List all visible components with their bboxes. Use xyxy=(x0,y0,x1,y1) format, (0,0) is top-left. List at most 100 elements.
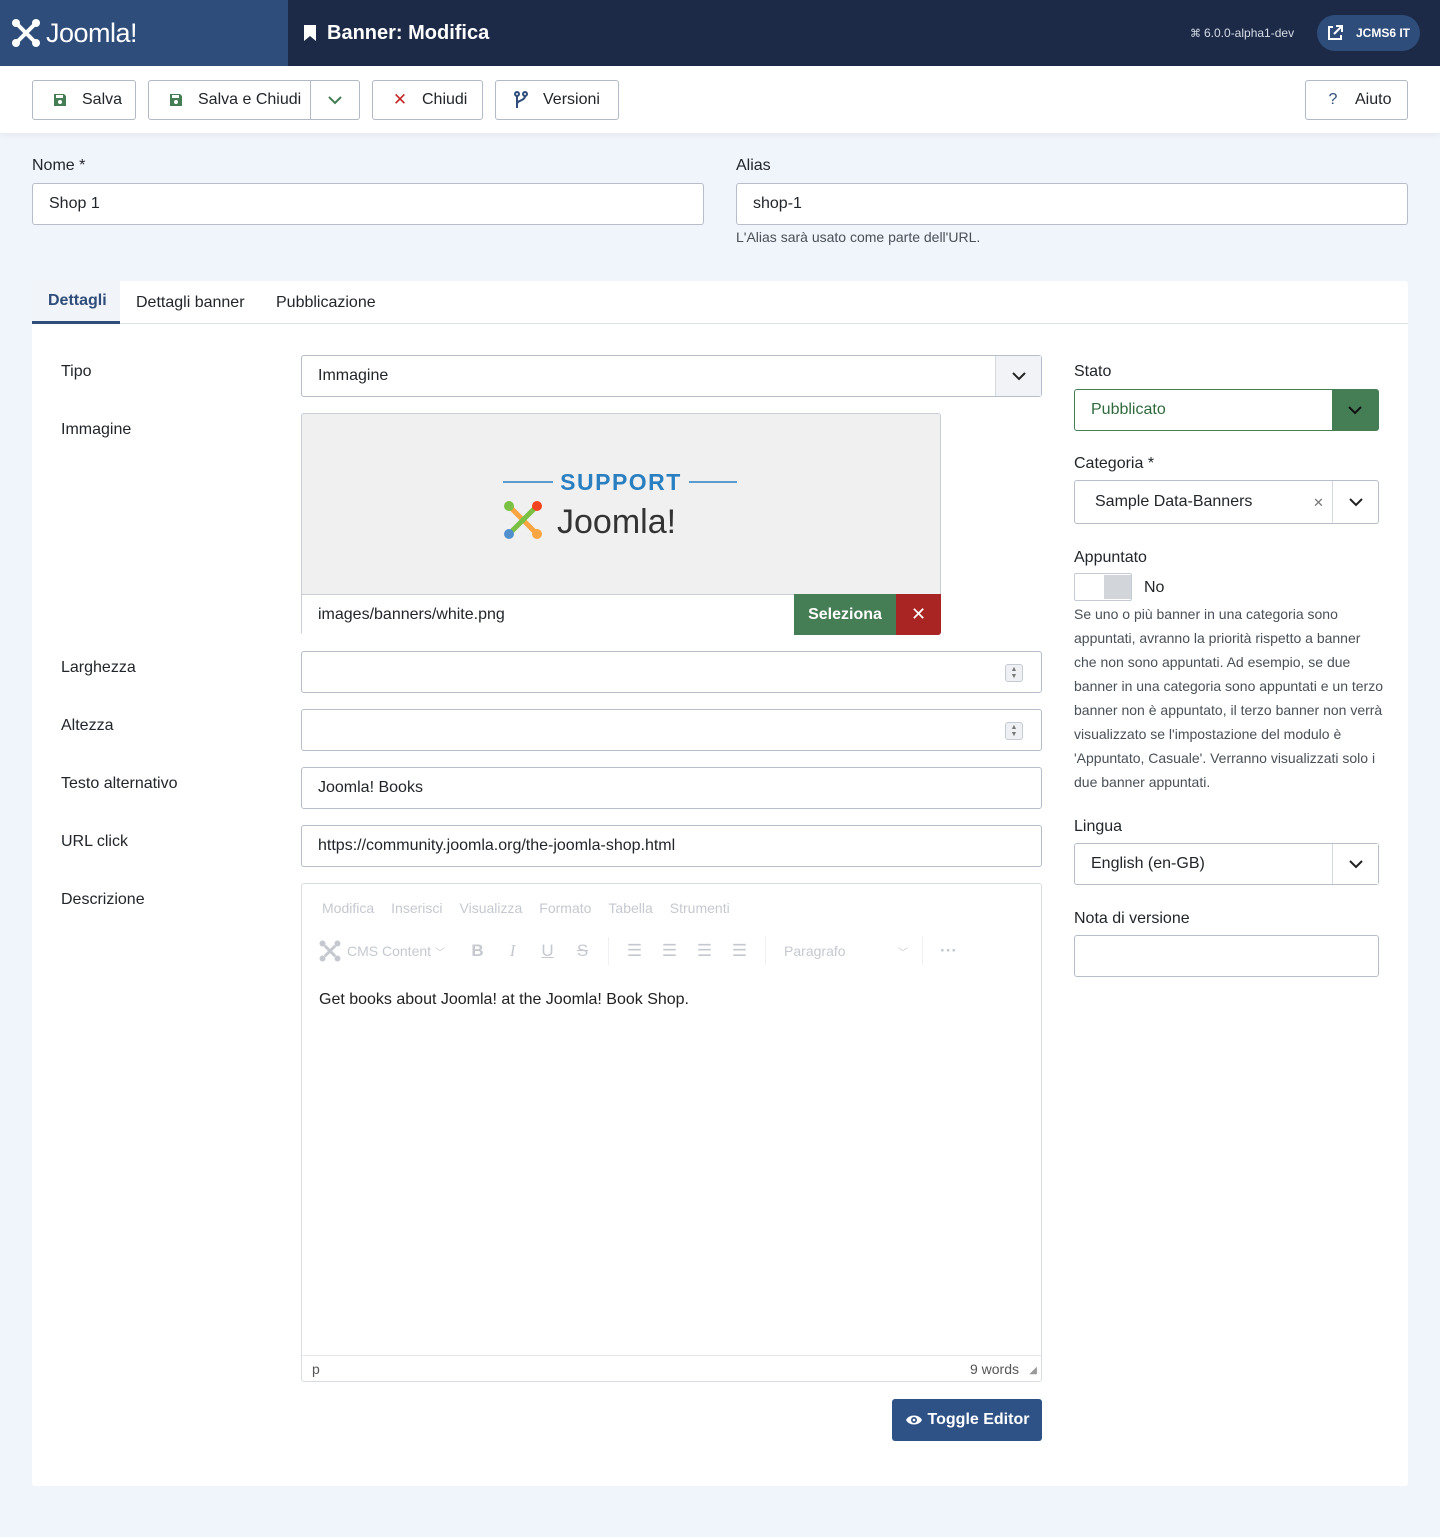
toggle-editor-button[interactable]: Toggle Editor xyxy=(892,1399,1042,1441)
save-button[interactable]: Salva xyxy=(32,80,136,120)
pinned-value: No xyxy=(1144,579,1165,596)
align-left-icon[interactable]: ☰ xyxy=(617,941,652,961)
external-link-icon xyxy=(1328,25,1343,40)
spin-up-icon: ▲ xyxy=(1010,724,1018,731)
image-clear-button[interactable]: ✕ xyxy=(896,594,941,635)
help-button[interactable]: ? Aiuto xyxy=(1305,80,1408,120)
language-label: Lingua xyxy=(1074,818,1123,835)
description-editor: Modifica Inserisci Visualizza Formato Ta… xyxy=(301,883,1042,1382)
category-label: Categoria * xyxy=(1074,455,1155,472)
image-select-button[interactable]: Seleziona xyxy=(794,594,896,635)
italic-icon[interactable]: I xyxy=(495,941,530,961)
name-value: Shop 1 xyxy=(49,195,100,212)
height-field[interactable]: ▲ ▼ xyxy=(301,709,1042,751)
more-icon[interactable]: ··· xyxy=(931,941,966,961)
menu-tools[interactable]: Strumenti xyxy=(670,900,730,916)
cms-content-button[interactable]: CMS Content ﹀ xyxy=(318,939,445,963)
alt-text-field[interactable]: Joomla! Books xyxy=(301,767,1042,809)
cms-content-label: CMS Content xyxy=(347,943,432,959)
menu-insert[interactable]: Inserisci xyxy=(391,900,442,916)
eye-icon xyxy=(905,1415,922,1425)
image-preview-heading: SUPPORT xyxy=(560,469,682,495)
image-path-field[interactable]: images/banners/white.png xyxy=(302,594,794,635)
status-caret xyxy=(1332,390,1378,430)
width-spinner[interactable]: ▲ ▼ xyxy=(1005,664,1023,682)
name-field[interactable]: Shop 1 xyxy=(32,183,704,225)
chevron-down-icon xyxy=(328,95,342,104)
alias-label: Alias xyxy=(736,157,771,174)
joomla-small-icon xyxy=(319,940,341,962)
close-label: Chiudi xyxy=(422,91,468,108)
bold-icon[interactable]: B xyxy=(460,941,495,961)
menu-view[interactable]: Visualizza xyxy=(460,900,523,916)
strikethrough-icon[interactable]: S xyxy=(565,941,600,961)
joomla-logo[interactable]: Joomla! xyxy=(0,0,288,66)
spin-down-icon: ▼ xyxy=(1010,731,1018,738)
switch-knob xyxy=(1104,575,1131,599)
bookmark-icon xyxy=(304,25,316,41)
status-select[interactable]: Pubblicato xyxy=(1074,389,1379,431)
save-close-button[interactable]: Salva e Chiudi xyxy=(148,80,360,120)
align-justify-icon[interactable]: ☰ xyxy=(722,941,757,961)
save-close-label: Salva e Chiudi xyxy=(198,91,302,108)
clear-icon[interactable]: ✕ xyxy=(1313,495,1324,511)
image-path-value: images/banners/white.png xyxy=(318,606,505,623)
tab-banner-details[interactable]: Dettagli banner xyxy=(136,281,245,324)
menu-format[interactable]: Formato xyxy=(539,900,591,916)
close-icon: ✕ xyxy=(910,604,927,624)
image-field: SUPPORT Joomla! images/banners/white.png… xyxy=(301,413,941,635)
version-note-field[interactable] xyxy=(1074,935,1379,977)
alias-field[interactable]: shop-1 xyxy=(736,183,1408,225)
spin-down-icon: ▼ xyxy=(1010,673,1018,680)
close-button[interactable]: ✕ Chiudi xyxy=(372,80,483,120)
versions-button[interactable]: Versioni xyxy=(495,80,619,120)
language-select[interactable]: English (en-GB) xyxy=(1074,843,1379,885)
image-label: Immagine xyxy=(61,421,132,438)
menu-edit[interactable]: Modifica xyxy=(322,900,374,916)
chevron-down-icon xyxy=(1348,405,1362,414)
toggle-editor-label: Toggle Editor xyxy=(927,1411,1030,1428)
editor-content[interactable]: Get books about Joomla! at the Joomla! B… xyxy=(319,991,689,1009)
height-label: Altezza xyxy=(61,717,114,734)
support-joomla-banner-image: SUPPORT Joomla! xyxy=(503,469,737,541)
editor-menubar: Modifica Inserisci Visualizza Formato Ta… xyxy=(322,900,730,916)
block-format-select[interactable]: Paragrafo ﹀ xyxy=(774,943,914,959)
page-title: Banner: Modifica xyxy=(303,0,489,66)
element-path[interactable]: p xyxy=(312,1361,320,1377)
height-spinner[interactable]: ▲ ▼ xyxy=(1005,722,1023,740)
editor-toolbar: CMS Content ﹀ B I U S ☰ ☰ ☰ ☰ Paragrafo … xyxy=(318,936,966,966)
alias-hint: L'Alias sarà usato come parte dell'URL. xyxy=(736,229,981,245)
width-field[interactable]: ▲ ▼ xyxy=(301,651,1042,693)
align-right-icon[interactable]: ☰ xyxy=(687,941,722,961)
click-url-field[interactable]: https://community.joomla.org/the-joomla-… xyxy=(301,825,1042,867)
spin-up-icon: ▲ xyxy=(1010,666,1018,673)
chevron-down-icon xyxy=(1348,497,1363,506)
editor-statusbar: p 9 words ◢ xyxy=(302,1355,1041,1381)
alias-value: shop-1 xyxy=(753,195,802,212)
close-icon: ✕ xyxy=(392,90,408,109)
save-icon xyxy=(168,93,184,107)
word-count: 9 words xyxy=(969,1361,1019,1377)
tab-details[interactable]: Dettagli xyxy=(32,281,120,324)
category-select[interactable]: Sample Data-Banners ✕ xyxy=(1074,480,1379,524)
chevron-down-icon: ﹀ xyxy=(435,947,446,959)
resize-handle-icon[interactable]: ◢ xyxy=(1029,1365,1037,1376)
pinned-switch[interactable] xyxy=(1074,573,1132,601)
language-caret xyxy=(1332,844,1378,884)
view-site-button[interactable]: JCMS6 IT xyxy=(1317,15,1420,51)
tab-bar: Dettagli Dettagli banner Pubblicazione xyxy=(32,281,1408,324)
pinned-label: Appuntato xyxy=(1074,549,1147,566)
tab-publishing[interactable]: Pubblicazione xyxy=(276,281,376,324)
chevron-down-icon xyxy=(1348,859,1363,868)
version-info: ⌘ 6.0.0-alpha1-dev xyxy=(1190,0,1294,66)
type-select[interactable]: Immagine xyxy=(301,355,1042,397)
menu-table[interactable]: Tabella xyxy=(608,900,652,916)
status-label: Stato xyxy=(1074,363,1112,380)
align-center-icon[interactable]: ☰ xyxy=(652,941,687,961)
save-dropdown-toggle[interactable] xyxy=(311,81,359,119)
underline-icon[interactable]: U xyxy=(530,941,565,961)
description-label: Descrizione xyxy=(61,891,145,908)
language-value: English (en-GB) xyxy=(1091,855,1205,872)
type-caret xyxy=(995,356,1041,396)
versions-label: Versioni xyxy=(543,91,600,108)
